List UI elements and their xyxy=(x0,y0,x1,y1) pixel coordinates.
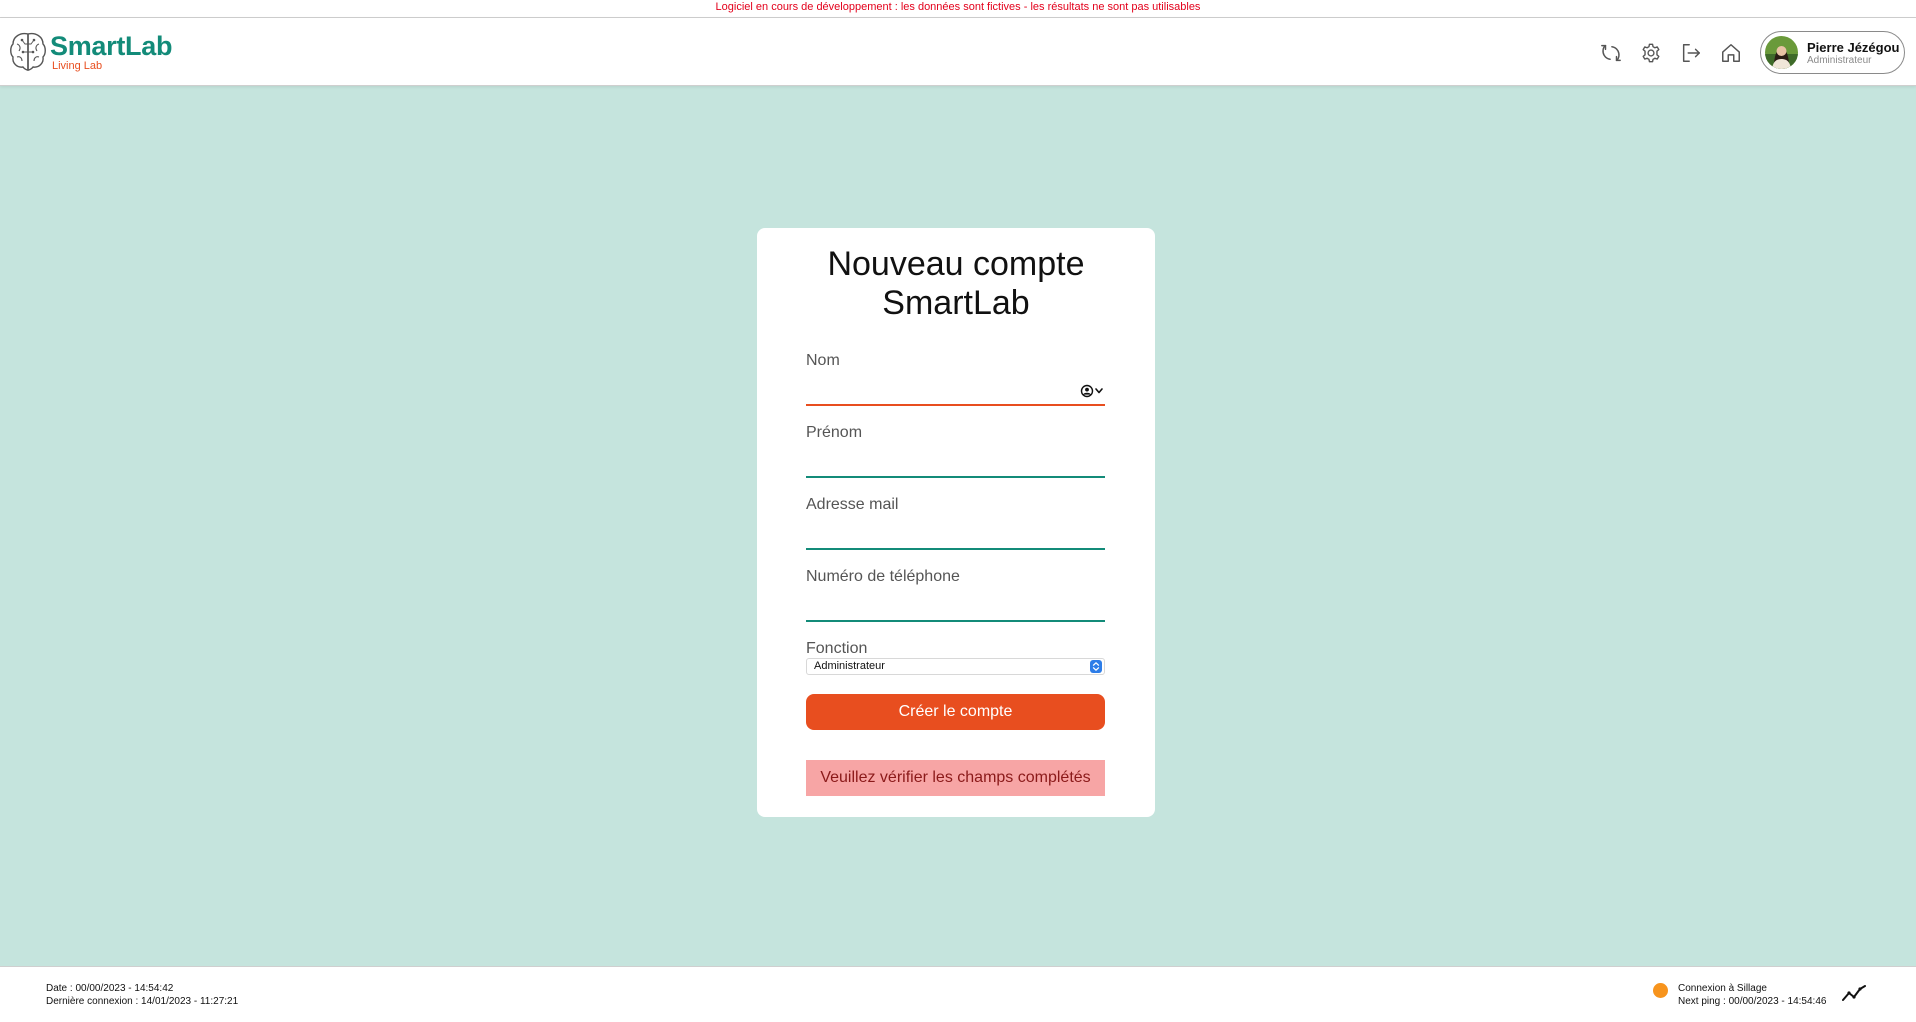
email-input[interactable] xyxy=(806,520,1105,548)
email-underline xyxy=(806,548,1105,550)
create-account-button[interactable]: Créer le compte xyxy=(806,694,1105,730)
connection-status-dot xyxy=(1653,983,1668,998)
page-title: Nouveau compte SmartLab xyxy=(827,245,1085,322)
fonction-selected-value: Administrateur xyxy=(814,660,885,672)
select-arrows-icon xyxy=(1090,660,1102,673)
current-date: Date : 00/00/2023 - 14:54:42 xyxy=(46,983,174,994)
last-login: Dernière connexion : 14/01/2023 - 11:27:… xyxy=(46,996,239,1007)
fonction-label: Fonction xyxy=(806,640,868,657)
sync-icon[interactable] xyxy=(1598,40,1624,66)
user-profile-button[interactable]: Pierre Jézégou Administrateur xyxy=(1760,31,1905,74)
connection-status: Connexion à Sillage xyxy=(1678,983,1767,994)
nom-underline xyxy=(806,404,1105,406)
activity-chart-icon[interactable] xyxy=(1842,983,1866,1003)
fonction-select[interactable]: Administrateur xyxy=(806,658,1105,675)
avatar xyxy=(1765,36,1798,69)
nom-label: Nom xyxy=(806,352,840,369)
prenom-input[interactable] xyxy=(806,448,1105,476)
nom-input[interactable] xyxy=(806,376,1105,404)
phone-input[interactable] xyxy=(806,592,1105,620)
validation-error-message: Veuillez vérifier les champs complétés xyxy=(806,760,1105,796)
nom-field-group: Nom xyxy=(806,352,1105,424)
user-name: Pierre Jézégou xyxy=(1807,39,1900,55)
app-header: SmartLab Living Lab Pierre Jézégou Admin… xyxy=(0,18,1916,86)
prenom-underline xyxy=(806,476,1105,478)
prenom-label: Prénom xyxy=(806,424,863,441)
email-label: Adresse mail xyxy=(806,496,899,513)
status-footer: Date : 00/00/2023 - 14:54:42 Dernière co… xyxy=(0,966,1916,1022)
email-field-group: Adresse mail xyxy=(806,496,1105,568)
prenom-field-group: Prénom xyxy=(806,424,1105,496)
user-role: Administrateur xyxy=(1807,54,1872,66)
new-account-form: Nom Prénom Adresse mail Numéro de téléph… xyxy=(806,352,1105,796)
phone-field-group: Numéro de téléphone xyxy=(806,568,1105,640)
logo-title: SmartLab xyxy=(50,31,173,61)
logo-subtitle: Living Lab xyxy=(52,60,103,72)
brain-icon xyxy=(10,32,46,71)
gear-icon[interactable] xyxy=(1638,40,1664,66)
dev-warning-banner: Logiciel en cours de développement : les… xyxy=(0,0,1916,18)
home-icon[interactable] xyxy=(1718,40,1744,66)
new-account-card: Nouveau compte SmartLab Nom Prénom Adres… xyxy=(757,228,1155,817)
logout-icon[interactable] xyxy=(1678,40,1704,66)
app-logo[interactable]: SmartLab Living Lab xyxy=(8,28,172,76)
phone-underline xyxy=(806,620,1105,622)
phone-label: Numéro de téléphone xyxy=(806,568,960,585)
next-ping: Next ping : 00/00/2023 - 14:54:46 xyxy=(1678,996,1827,1007)
contact-autofill-icon[interactable] xyxy=(1079,384,1105,398)
